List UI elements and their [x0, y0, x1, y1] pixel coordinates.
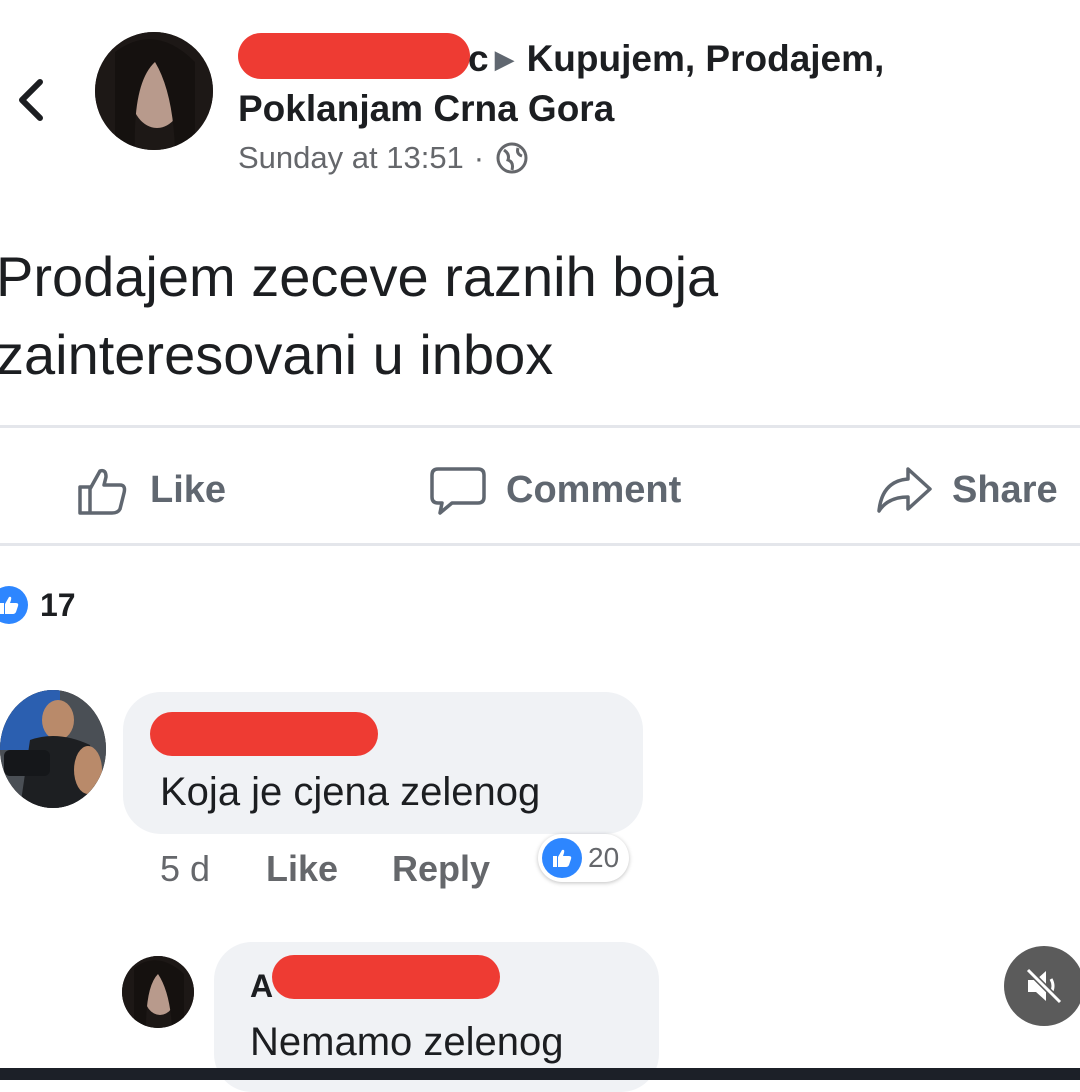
commenter-avatar[interactable]	[0, 690, 106, 808]
post-text: Prodajem zeceve raznih boja zainteresova…	[0, 245, 719, 386]
reaction-count: 17	[40, 586, 76, 623]
comment-like-link[interactable]: Like	[266, 848, 338, 890]
comment-reaction-count: 20	[588, 842, 620, 873]
share-icon	[877, 467, 932, 513]
author-name-suffix[interactable]: c	[468, 38, 489, 80]
share-button[interactable]: Share	[876, 462, 1058, 518]
comment-icon	[430, 467, 486, 515]
mute-button[interactable]	[1004, 946, 1080, 1026]
thumbs-up-icon	[78, 468, 127, 515]
speaker-muted-icon	[1025, 967, 1063, 1005]
chevron-left-icon	[19, 79, 43, 121]
meta-separator: ·	[473, 140, 485, 175]
back-button[interactable]	[10, 70, 50, 130]
like-button[interactable]: Like	[76, 462, 226, 518]
like-label: Like	[150, 468, 227, 511]
redacted-reply-author-name	[272, 955, 500, 999]
comment-label: Comment	[506, 468, 682, 511]
globe-icon	[496, 142, 528, 174]
divider-top	[0, 425, 1080, 428]
author-avatar[interactable]	[95, 32, 213, 150]
comment-reply-link[interactable]: Reply	[392, 848, 490, 890]
group-name-line2[interactable]: Poklanjam Crna Gora	[238, 88, 614, 130]
reply-author-avatar[interactable]	[122, 956, 194, 1028]
post-meta: Sunday at 13:51 ·	[238, 140, 530, 176]
comment-button[interactable]: Comment	[430, 462, 681, 518]
redacted-author-name	[238, 33, 470, 79]
post-header: c ▶ Kupujem, Prodajem,	[238, 33, 885, 80]
like-reaction-icon	[0, 586, 28, 624]
comment-reactions[interactable]: 20	[538, 834, 630, 882]
caret-right-icon: ▶	[494, 43, 515, 74]
divider-bottom	[0, 543, 1080, 546]
reply-text: Nemamo zelenog	[250, 1020, 564, 1064]
like-reaction-icon	[542, 838, 582, 878]
share-label: Share	[952, 468, 1058, 511]
comment-age[interactable]: 5 d	[160, 848, 210, 890]
bottom-bar	[0, 1068, 1080, 1080]
reply-author-initial[interactable]: A	[250, 968, 273, 1005]
reaction-summary[interactable]: 17	[0, 586, 76, 624]
post-timestamp[interactable]: Sunday at 13:51	[238, 140, 464, 176]
redacted-commenter-name	[150, 712, 378, 756]
group-name[interactable]: Kupujem, Prodajem,	[527, 38, 885, 80]
comment-text: Koja je cjena zelenog	[160, 770, 541, 814]
